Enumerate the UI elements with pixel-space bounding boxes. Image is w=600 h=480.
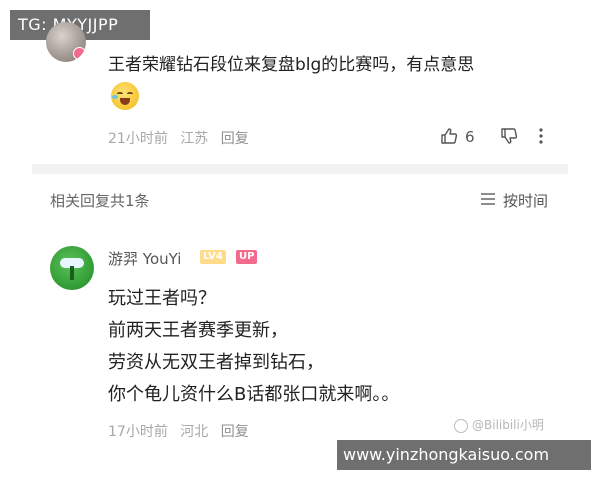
sort-by-time-button[interactable]: 按时间 [503, 190, 548, 211]
comment-meta: 21小时前 江苏 回复 [108, 128, 257, 148]
comment-time: 21小时前 [108, 131, 168, 147]
reply-author-avatar[interactable] [50, 246, 94, 290]
reply-author-name[interactable]: 游羿 YouYi [108, 248, 181, 269]
reply-location: 河北 [180, 424, 209, 440]
more-options-icon[interactable] [538, 126, 544, 146]
weibo-logo-icon [454, 418, 468, 433]
up-badge: UP [236, 250, 258, 264]
weibo-watermark: @Bilibili小明 [454, 416, 544, 433]
like-count: 6 [465, 128, 475, 146]
comment-location: 江苏 [180, 131, 209, 147]
grinning-tears-emoji-icon [111, 82, 139, 110]
thumbs-down-icon[interactable] [500, 127, 518, 145]
thumbs-up-icon[interactable] [440, 127, 458, 145]
level-badge: LV4 [200, 250, 226, 264]
reply-time: 17小时前 [108, 424, 168, 440]
reply-text-line: 前两天王者赛季更新， [108, 320, 288, 341]
avatar-badge-icon [73, 47, 86, 60]
comment-reply-button[interactable]: 回复 [221, 131, 249, 147]
section-divider [32, 164, 568, 174]
reply-text-line: 劳资从无双王者掉到钻石， [108, 352, 324, 373]
commenter-avatar[interactable] [46, 22, 86, 62]
weibo-watermark-text: @Bilibili小明 [472, 418, 544, 432]
reply-text-line: 你个龟儿资什么B话都张口就来啊。。 [108, 384, 400, 405]
comment-text: 王者荣耀钻石段位来复盘blg的比赛吗，有点意思 [108, 55, 475, 75]
replies-count-label: 相关回复共1条 [50, 192, 150, 210]
sort-lines-icon[interactable] [480, 192, 496, 206]
reply-text-line: 玩过王者吗？ [108, 288, 216, 309]
reply-meta: 17小时前 河北 回复 [108, 421, 257, 441]
site-watermark: www.yinzhongkaisuo.com [337, 440, 591, 470]
reply-reply-button[interactable]: 回复 [221, 424, 249, 440]
